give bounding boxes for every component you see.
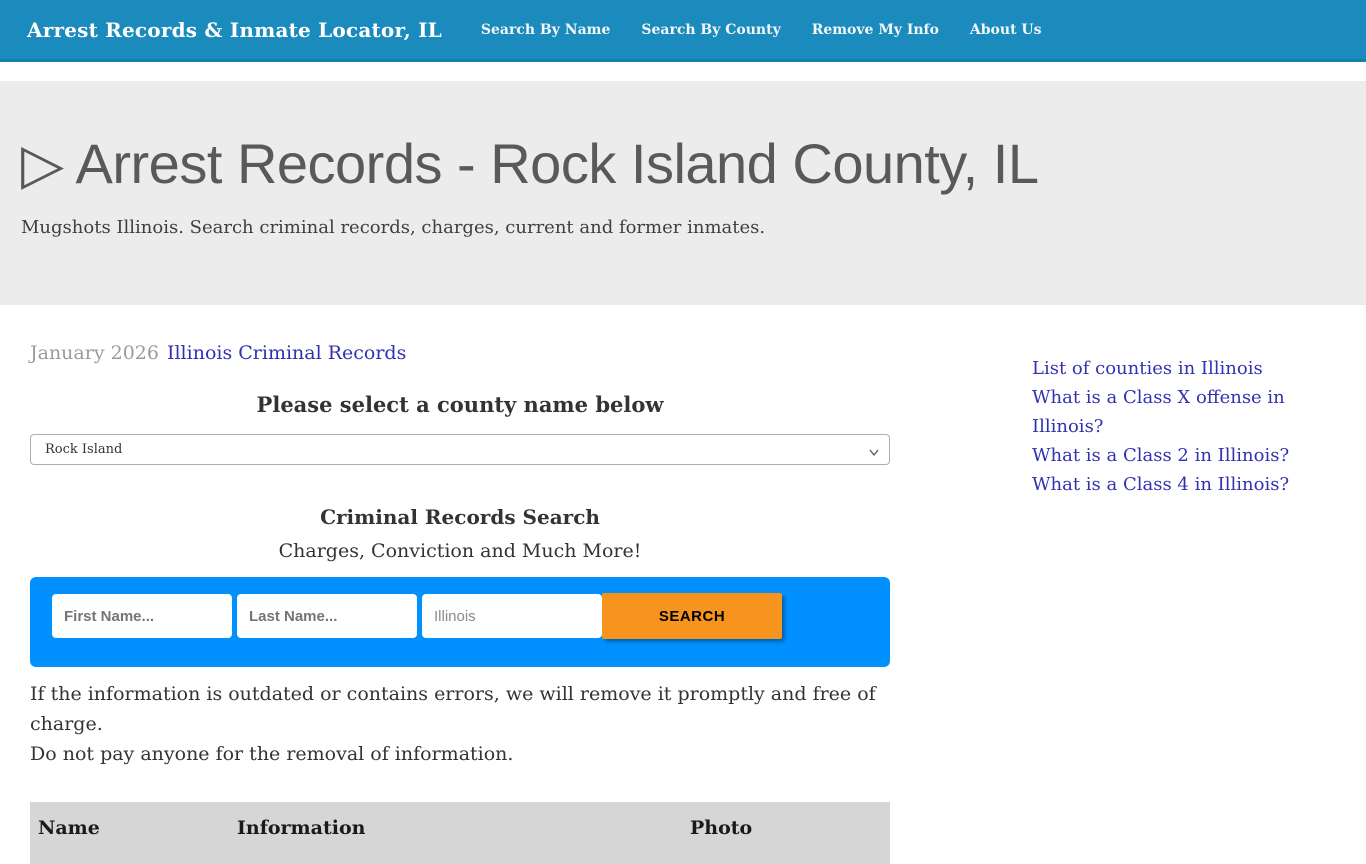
- criminal-records-search-heading: Criminal Records Search: [30, 505, 890, 529]
- search-button[interactable]: SEARCH: [602, 593, 782, 639]
- county-prompt-heading: Please select a county name below: [30, 392, 890, 417]
- breadcrumb: January 2026 Illinois Criminal Records: [30, 342, 890, 364]
- illinois-criminal-records-link[interactable]: Illinois Criminal Records: [167, 342, 406, 364]
- column-header-name: Name: [38, 817, 237, 864]
- hero-banner: ▷ Arrest Records - Rock Island County, I…: [0, 81, 1366, 305]
- county-select-wrap: Rock Island: [30, 434, 890, 465]
- page-title: ▷ Arrest Records - Rock Island County, I…: [21, 131, 1346, 197]
- date-label: January 2026: [30, 342, 159, 364]
- sidebar: List of counties in Illinois What is a C…: [1032, 354, 1304, 499]
- disclaimer-line-1: If the information is outdated or contai…: [30, 679, 890, 739]
- sidebar-link-class-x[interactable]: What is a Class X offense in Illinois?: [1032, 383, 1304, 441]
- nav-remove-my-info[interactable]: Remove My Info: [812, 22, 939, 38]
- state-input[interactable]: [422, 594, 602, 638]
- content-area: January 2026 Illinois Criminal Records Pl…: [0, 305, 1366, 864]
- removal-disclaimer: If the information is outdated or contai…: [30, 679, 890, 769]
- column-header-photo: Photo: [690, 817, 890, 864]
- nav-links: Search By Name Search By County Remove M…: [481, 22, 1073, 38]
- nav-search-by-county[interactable]: Search By County: [641, 22, 780, 38]
- county-select[interactable]: Rock Island: [30, 434, 890, 465]
- sidebar-link-class-2[interactable]: What is a Class 2 in Illinois?: [1032, 441, 1304, 470]
- nav-search-by-name[interactable]: Search By Name: [481, 22, 610, 38]
- nav-about-us[interactable]: About Us: [970, 22, 1042, 38]
- page-subtitle: Mugshots Illinois. Search criminal recor…: [21, 217, 1346, 238]
- sidebar-link-class-4[interactable]: What is a Class 4 in Illinois?: [1032, 470, 1304, 499]
- last-name-input[interactable]: [237, 594, 417, 638]
- top-navbar: Arrest Records & Inmate Locator, IL Sear…: [0, 0, 1366, 62]
- records-table-header: Name Information Photo: [30, 802, 890, 864]
- first-name-input[interactable]: [52, 594, 232, 638]
- search-form: SEARCH: [30, 577, 890, 667]
- column-header-information: Information: [237, 817, 690, 864]
- search-subheading: Charges, Conviction and Much More!: [30, 540, 890, 562]
- site-brand[interactable]: Arrest Records & Inmate Locator, IL: [27, 18, 442, 42]
- main-column: January 2026 Illinois Criminal Records Pl…: [30, 305, 890, 864]
- sidebar-link-counties[interactable]: List of counties in Illinois: [1032, 354, 1304, 383]
- disclaimer-line-2: Do not pay anyone for the removal of inf…: [30, 739, 890, 769]
- sidebar-links: List of counties in Illinois What is a C…: [1032, 354, 1304, 499]
